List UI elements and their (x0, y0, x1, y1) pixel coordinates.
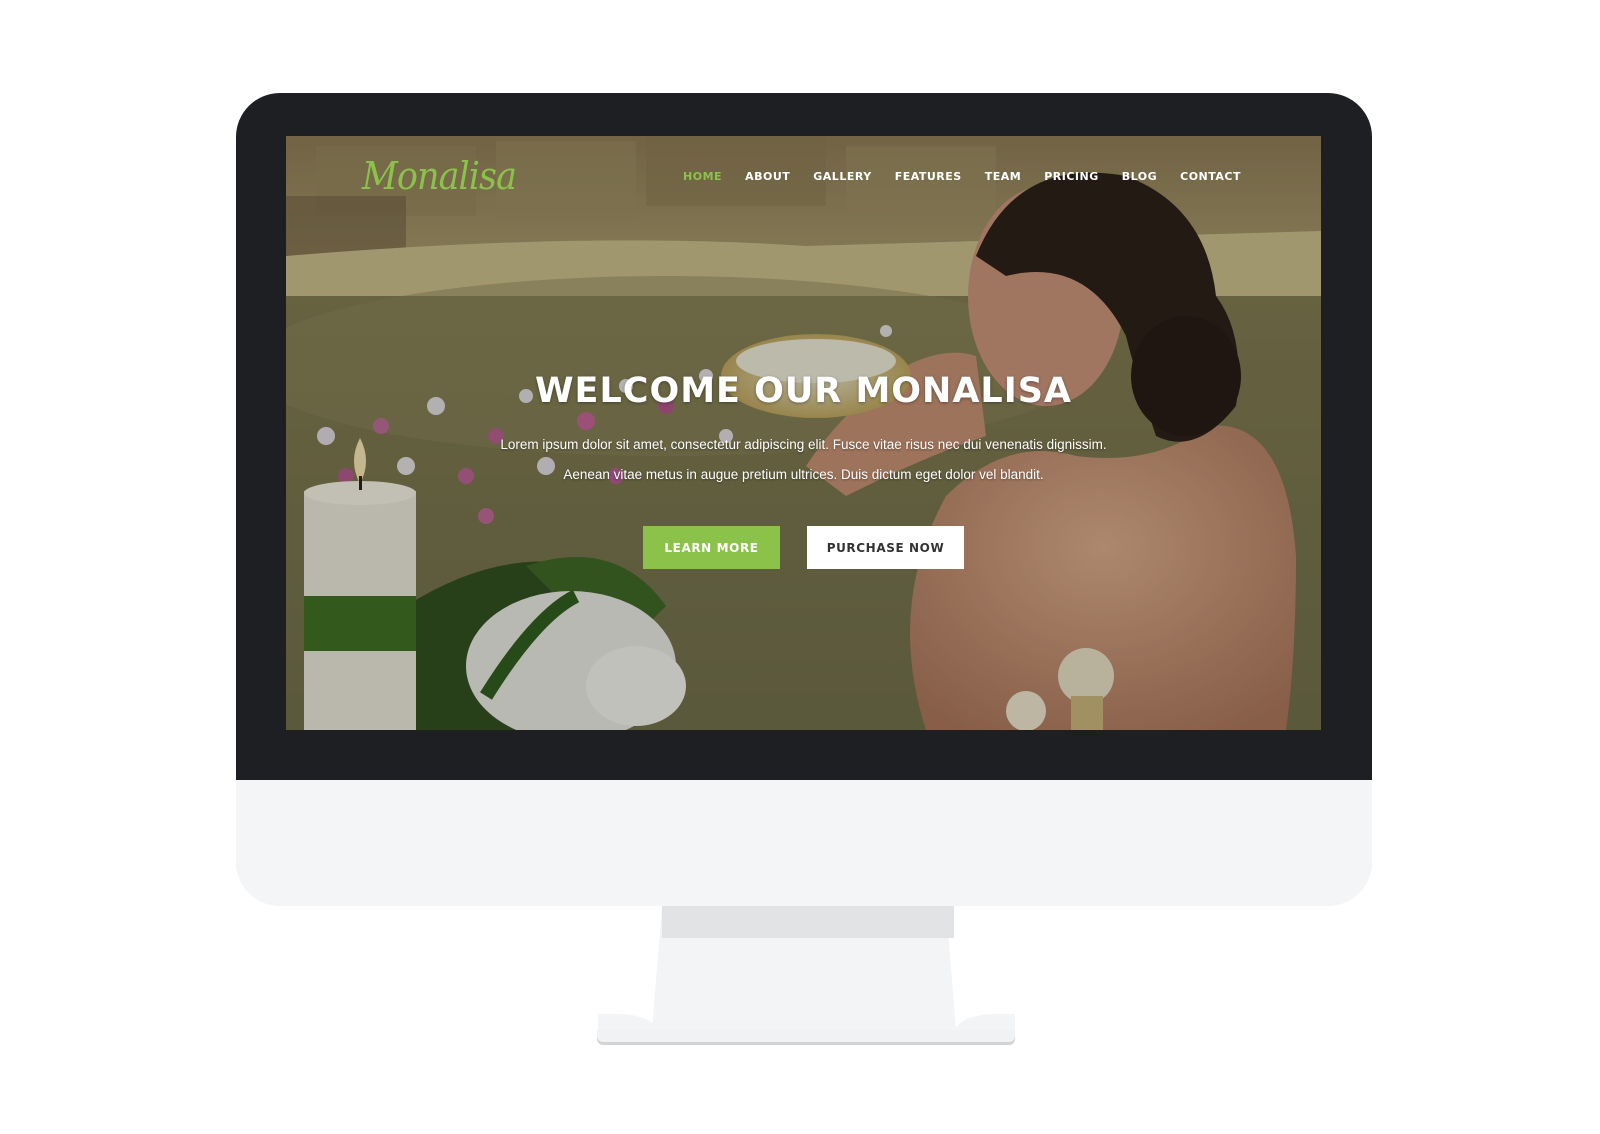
nav-blog[interactable]: BLOG (1122, 170, 1157, 183)
monitor-stand-foot (597, 1030, 1015, 1042)
hero-description: Lorem ipsum dolor sit amet, consectetur … (286, 430, 1321, 490)
main-nav: HOME ABOUT GALLERY FEATURES TEAM PRICING… (660, 170, 1241, 183)
nav-gallery[interactable]: GALLERY (813, 170, 871, 183)
nav-home[interactable]: HOME (683, 170, 722, 183)
nav-about[interactable]: ABOUT (745, 170, 790, 183)
nav-features[interactable]: FEATURES (895, 170, 962, 183)
monitor: Monalisa HOME ABOUT GALLERY FEATURES TEA… (236, 93, 1372, 906)
monitor-stand-shadow (662, 906, 954, 938)
nav-contact[interactable]: CONTACT (1180, 170, 1241, 183)
nav-pricing[interactable]: PRICING (1044, 170, 1099, 183)
hero-buttons: LEARN MORE PURCHASE NOW (286, 526, 1321, 569)
monitor-chin (236, 780, 1372, 906)
purchase-now-button[interactable]: PURCHASE NOW (807, 526, 964, 569)
hero-description-line-1: Lorem ipsum dolor sit amet, consectetur … (500, 437, 1107, 452)
hero-title: WELCOME OUR MONALISA (534, 371, 1073, 411)
hero-content: WELCOME OUR MONALISA Lorem ipsum dolor s… (286, 368, 1321, 490)
hero-description-line-2: Aenean vitae metus in augue pretium ultr… (563, 467, 1044, 482)
website-screen: Monalisa HOME ABOUT GALLERY FEATURES TEA… (286, 136, 1321, 730)
mockup-stage: Monalisa HOME ABOUT GALLERY FEATURES TEA… (0, 0, 1600, 1134)
site-logo[interactable]: Monalisa (362, 154, 517, 198)
monitor-bezel: Monalisa HOME ABOUT GALLERY FEATURES TEA… (236, 93, 1372, 780)
nav-team[interactable]: TEAM (985, 170, 1021, 183)
learn-more-button[interactable]: LEARN MORE (643, 526, 780, 569)
